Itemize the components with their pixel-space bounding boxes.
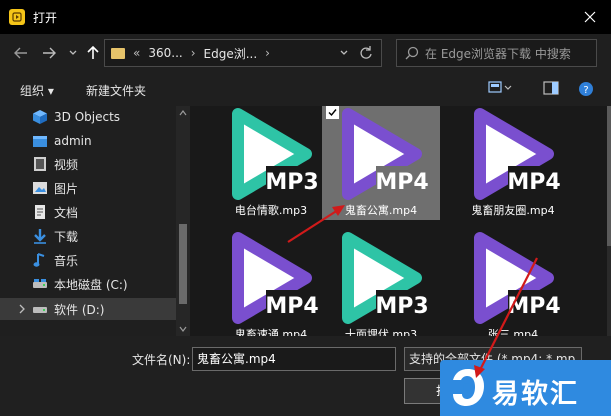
svg-text:?: ? (583, 85, 588, 96)
filename-label: 文件名(N): (132, 353, 191, 367)
file-format-badge: MP4 (265, 294, 318, 319)
sidebar-item-label: 软件 (D:) (54, 302, 105, 317)
drive-icon (33, 279, 47, 288)
media-file-icon: MP4 (342, 108, 429, 200)
title-bar: 打开 (0, 0, 611, 34)
file-tile[interactable]: MP4 鬼畜公寓.mp4 (322, 106, 440, 220)
file-format-badge: MP4 (375, 170, 428, 195)
sidebar-item-videos[interactable]: 视频 (0, 153, 176, 175)
media-file-icon: MP4 (474, 232, 561, 324)
file-tile[interactable]: MP4 鬼畜速通.mp4 (212, 226, 330, 336)
up-arrow-icon[interactable] (82, 42, 104, 64)
search-placeholder: 在 Edge浏览器下载 中搜索 (425, 46, 571, 61)
files-scroll-thumb[interactable] (607, 106, 611, 246)
search-input[interactable]: 在 Edge浏览器下载 中搜索 (396, 39, 597, 67)
download-icon (34, 229, 46, 244)
sidebar-item-label: 下载 (54, 229, 79, 244)
sidebar-item-label: 3D Objects (54, 110, 121, 124)
documents-icon (35, 205, 45, 219)
sidebar-item-admin[interactable]: admin (0, 130, 176, 152)
app-icon (9, 9, 25, 25)
file-name: 张三.mp4 (487, 328, 539, 336)
watermark: 易软汇 (440, 360, 611, 416)
file-name: 电台情歌.mp3 (234, 204, 308, 217)
3d-objects-icon (33, 110, 47, 124)
file-name: 鬼畜公寓.mp4 (344, 204, 418, 217)
music-icon (33, 253, 45, 267)
back-arrow-icon[interactable] (10, 42, 32, 64)
window-title: 打开 (33, 10, 58, 25)
media-file-icon: MP3 (232, 108, 319, 200)
file-tile[interactable]: MP4 鬼畜朋友圈.mp4 (454, 106, 572, 220)
forward-arrow-icon[interactable] (38, 42, 60, 64)
file-format-badge: MP4 (507, 294, 560, 319)
sidebar-item-label: 本地磁盘 (C:) (54, 277, 128, 292)
file-format-badge: MP3 (375, 294, 428, 319)
watermark-text: 易软汇 (492, 379, 579, 410)
sidebar-item-3d-objects[interactable]: 3D Objects (0, 106, 176, 128)
toolbar: 组织 ▾ 新建文件夹 ? (0, 72, 611, 106)
sidebar-item-label: 图片 (54, 181, 79, 196)
file-name: 鬼畜速通.mp4 (234, 328, 308, 336)
sidebar-item-drive-c[interactable]: 本地磁盘 (C:) (0, 273, 176, 295)
sidebar-item-label: 文档 (54, 205, 79, 220)
file-name: 鬼畜朋友圈.mp4 (471, 204, 555, 217)
address-bar[interactable]: « 360... › Edge浏... › (104, 39, 382, 67)
breadcrumb-separator[interactable]: › (265, 46, 270, 60)
file-tile[interactable]: MP3 十面埋伏.mp3 (322, 226, 440, 336)
organize-button[interactable]: 组织 ▾ (20, 82, 54, 99)
pictures-icon (33, 182, 47, 194)
breadcrumb-item[interactable]: 360... (148, 46, 182, 60)
media-file-icon: MP4 (232, 232, 319, 324)
breadcrumb-item[interactable]: Edge浏... (204, 45, 258, 62)
sidebar-item-pictures[interactable]: 图片 (0, 177, 176, 199)
video-icon (34, 157, 46, 171)
sidebar-item-drive-d[interactable]: 软件 (D:) (0, 298, 176, 320)
close-icon[interactable] (579, 6, 601, 28)
user-folder-icon (33, 136, 47, 147)
address-row: « 360... › Edge浏... › 在 Edge浏览器下载 中搜索 (0, 34, 611, 72)
preview-pane-icon[interactable] (543, 81, 559, 98)
file-list: MP3 电台情歌.mp3 MP4 鬼畜公寓.mp4 MP4 鬼畜朋友圈.mp4 MP4 鬼畜速… (190, 106, 611, 336)
file-format-badge: MP3 (265, 170, 318, 195)
sidebar-item-downloads[interactable]: 下载 (0, 225, 176, 247)
sidebar-item-label: admin (54, 134, 92, 148)
refresh-icon[interactable] (357, 44, 375, 65)
scroll-down-icon[interactable] (176, 324, 190, 334)
navigation-pane: 3D Objects admin 视频 图片 文档 下载 音乐 本地磁盘 (C:… (0, 106, 190, 336)
file-tile[interactable]: MP3 电台情歌.mp3 (212, 106, 330, 220)
media-file-icon: MP4 (474, 108, 561, 200)
chevron-right-icon[interactable] (18, 304, 26, 314)
drive-icon (33, 307, 47, 313)
watermark-logo-icon (453, 369, 484, 406)
file-name: 十面埋伏.mp3 (344, 328, 418, 336)
sidebar-item-documents[interactable]: 文档 (0, 201, 176, 223)
address-dropdown-icon[interactable] (339, 47, 349, 62)
new-folder-button[interactable]: 新建文件夹 (86, 82, 146, 99)
sidebar-scroll-thumb[interactable] (179, 224, 187, 304)
folder-icon (111, 47, 125, 59)
breadcrumb-separator[interactable]: › (191, 46, 196, 60)
filename-field[interactable]: 鬼畜公寓.mp4 (192, 347, 396, 371)
selection-checkbox[interactable] (326, 106, 339, 119)
file-format-badge: MP4 (507, 170, 560, 195)
recent-dropdown-icon[interactable] (62, 42, 84, 64)
search-icon (405, 46, 419, 60)
help-icon[interactable]: ? (578, 81, 594, 100)
media-file-icon: MP3 (342, 232, 429, 324)
sidebar-item-music[interactable]: 音乐 (0, 249, 176, 271)
sidebar-item-label: 音乐 (54, 253, 79, 268)
scroll-up-icon[interactable] (176, 108, 190, 118)
sidebar-scrollbar[interactable] (176, 106, 190, 336)
sidebar-item-label: 视频 (54, 157, 79, 172)
breadcrumb-overflow[interactable]: « (133, 46, 140, 60)
files-scrollbar[interactable] (607, 106, 611, 336)
file-tile[interactable]: MP4 张三.mp4 (454, 226, 572, 336)
view-options-icon[interactable] (488, 81, 512, 98)
